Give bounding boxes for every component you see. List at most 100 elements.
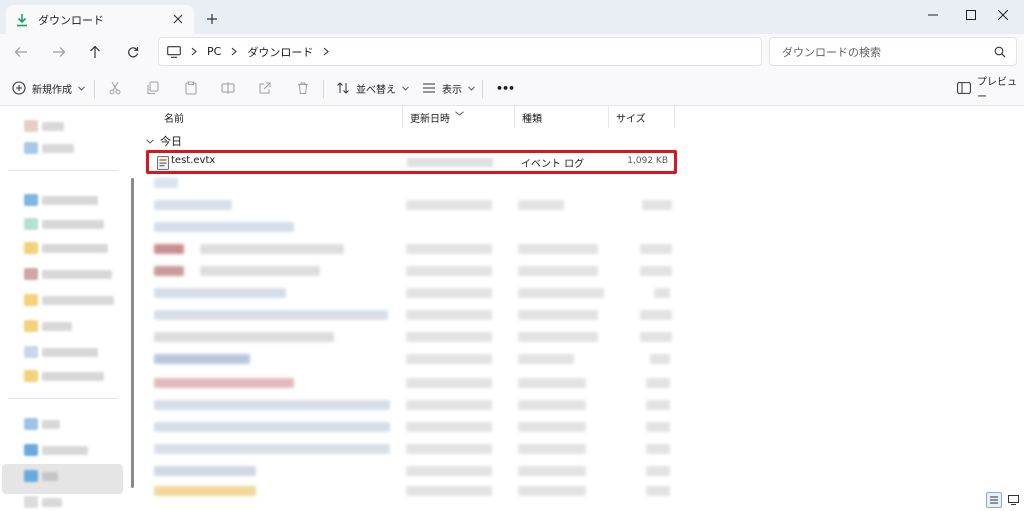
list-item[interactable] (154, 332, 674, 348)
list-item[interactable] (154, 200, 674, 216)
column-divider[interactable] (674, 106, 675, 128)
blurred-content (406, 378, 492, 388)
folder-icon (24, 418, 38, 430)
new-tab-button[interactable] (203, 10, 221, 28)
blurred-content (518, 354, 574, 364)
file-name: test.evtx (171, 155, 216, 166)
chevron-right-icon[interactable] (231, 47, 238, 56)
list-item[interactable] (154, 422, 674, 438)
search-input[interactable]: ダウンロードの検索 (769, 37, 1017, 66)
group-header-today[interactable]: 今日 (146, 133, 182, 149)
column-header-type[interactable]: 種類 (516, 106, 608, 128)
nav-item[interactable] (24, 416, 60, 432)
download-icon (14, 12, 30, 28)
column-header-size[interactable]: サイズ (610, 106, 674, 128)
nav-item[interactable] (24, 344, 98, 360)
copy-icon (146, 81, 160, 95)
sort-label: 並べ替え (356, 84, 396, 96)
list-item[interactable] (154, 178, 194, 194)
preview-pane-button[interactable]: プレビュー (957, 77, 1024, 103)
breadcrumb-pc[interactable]: PC (207, 45, 221, 58)
column-header-name[interactable]: 名前 (158, 106, 402, 128)
nav-item[interactable] (24, 442, 88, 458)
folder-icon (24, 194, 38, 206)
blurred-content (406, 444, 492, 454)
blurred-content (154, 422, 390, 432)
list-item[interactable] (154, 466, 674, 482)
new-button[interactable]: 新規作成 (12, 78, 85, 98)
list-item[interactable] (154, 310, 674, 326)
nav-item[interactable] (24, 192, 98, 208)
forward-button[interactable] (46, 40, 72, 64)
blurred-content (518, 466, 586, 476)
file-row-test-evtx[interactable]: test.evtx イベント ログ 1,092 KB (146, 150, 677, 174)
blurred-content (406, 486, 492, 496)
file-size: 1,092 KB (627, 156, 668, 166)
details-view-button[interactable] (986, 492, 1002, 508)
blurred-content (406, 200, 492, 210)
back-button[interactable] (8, 40, 34, 64)
nav-item-selected[interactable] (2, 464, 123, 494)
column-divider[interactable] (402, 106, 403, 128)
blurred-content (518, 200, 564, 210)
blurred-content (406, 266, 492, 276)
blurred-content (200, 266, 320, 276)
list-item[interactable] (154, 288, 674, 304)
blurred-content (518, 332, 598, 342)
close-tab-icon[interactable] (170, 11, 186, 27)
nav-item[interactable] (24, 292, 114, 308)
search-icon[interactable] (994, 46, 1006, 58)
sidebar-scrollbar-thumb[interactable] (131, 178, 134, 488)
nav-item-label (42, 143, 74, 153)
breadcrumb-downloads[interactable]: ダウンロード (247, 44, 313, 60)
nav-item[interactable] (24, 266, 112, 282)
paste-button[interactable] (184, 78, 198, 98)
list-item[interactable] (154, 222, 304, 238)
sort-button[interactable]: 並べ替え (336, 78, 409, 98)
up-button[interactable] (82, 40, 108, 64)
blurred-content (154, 244, 184, 254)
share-button[interactable] (258, 78, 272, 98)
navigation-pane (0, 106, 127, 511)
blurred-content (518, 444, 586, 454)
chevron-right-icon[interactable] (323, 47, 330, 56)
monitor-icon (167, 45, 181, 58)
list-item[interactable] (154, 400, 674, 416)
nav-item-label (42, 219, 104, 229)
list-item[interactable] (154, 378, 674, 394)
nav-item[interactable] (24, 468, 58, 484)
nav-item[interactable] (24, 216, 104, 232)
list-item[interactable] (154, 244, 674, 260)
view-button[interactable]: 表示 (422, 78, 475, 98)
nav-item[interactable] (24, 368, 104, 384)
close-window-button[interactable] (980, 0, 1024, 30)
list-item[interactable] (154, 354, 674, 370)
address-bar[interactable]: PC ダウンロード (158, 37, 762, 66)
nav-item[interactable] (24, 140, 74, 156)
column-divider[interactable] (514, 106, 515, 128)
list-item[interactable] (154, 486, 674, 502)
tab-downloads[interactable]: ダウンロード (6, 5, 194, 34)
delete-button[interactable] (296, 78, 310, 98)
blurred-content (154, 486, 256, 496)
details-view-icon (989, 495, 999, 505)
rename-button[interactable] (221, 78, 235, 98)
blurred-content (642, 200, 672, 210)
tiles-view-button[interactable] (1005, 492, 1021, 508)
copy-button[interactable] (146, 78, 160, 98)
nav-item-label (42, 269, 112, 279)
blurred-content (646, 444, 670, 454)
list-item[interactable] (154, 266, 674, 282)
nav-item[interactable] (24, 318, 72, 334)
nav-item[interactable] (24, 118, 64, 134)
column-divider[interactable] (608, 106, 609, 128)
refresh-button[interactable] (120, 40, 146, 64)
chevron-down-icon (146, 138, 154, 144)
folder-icon (24, 346, 38, 358)
list-item[interactable] (154, 444, 674, 460)
group-label: 今日 (160, 135, 182, 148)
nav-item[interactable] (24, 494, 62, 510)
cut-button[interactable] (108, 78, 122, 98)
nav-item[interactable] (24, 240, 108, 256)
more-options-button[interactable]: ••• (496, 78, 515, 98)
